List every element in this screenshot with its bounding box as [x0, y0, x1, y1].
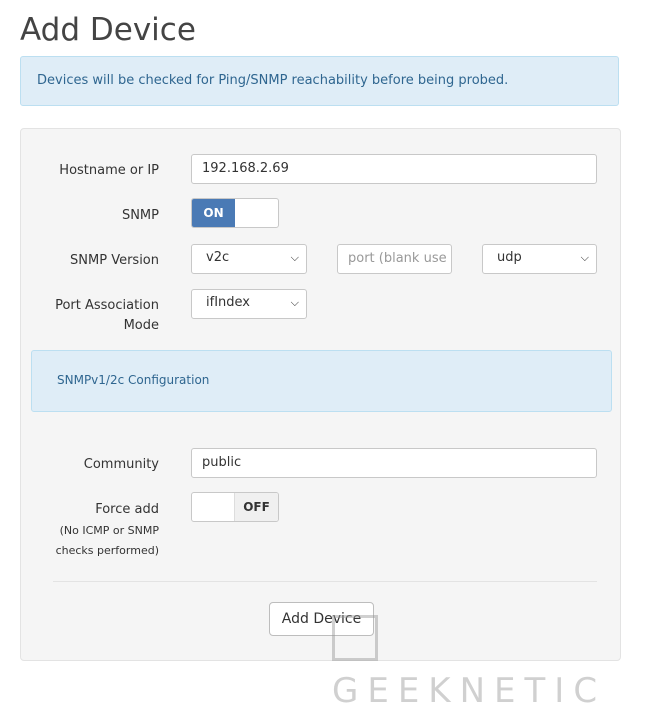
- community-label: Community: [83, 457, 159, 472]
- info-alert-text: Devices will be checked for Ping/SNMP re…: [37, 73, 509, 88]
- force-add-note-line1: (No ICMP or SNMP: [59, 524, 159, 537]
- port-association-label-line2: Mode: [123, 318, 159, 333]
- force-add-label: Force add: [95, 502, 159, 517]
- chevron-down-icon: ⌵: [290, 296, 299, 309]
- snmp-version-select[interactable]: v2c ⌵: [191, 244, 307, 274]
- snmp-config-section-title: SNMPv1/2c Configuration: [57, 373, 210, 387]
- force-add-toggle-off-label: OFF: [234, 493, 278, 521]
- port-association-value: ifIndex: [206, 295, 250, 310]
- port-association-select[interactable]: ifIndex ⌵: [191, 289, 307, 319]
- force-add-toggle[interactable]: OFF: [191, 492, 279, 522]
- community-input[interactable]: public: [191, 448, 597, 478]
- snmp-toggle-on-label: ON: [192, 199, 235, 227]
- watermark: GEEKNETIC: [332, 613, 661, 711]
- chevron-down-icon: ⌵: [580, 251, 589, 264]
- port-association-label: Port Association Mode: [55, 296, 159, 336]
- snmp-version-label: SNMP Version: [70, 253, 159, 268]
- snmp-label: SNMP: [121, 208, 159, 223]
- transport-value: udp: [497, 250, 522, 265]
- snmp-port-input[interactable]: port (blank use: [337, 244, 452, 274]
- force-add-note-line2: checks performed): [55, 544, 159, 557]
- transport-select[interactable]: udp ⌵: [482, 244, 597, 274]
- chevron-down-icon: ⌵: [290, 251, 299, 264]
- port-association-label-line1: Port Association: [55, 298, 159, 313]
- hostname-input[interactable]: 192.168.2.69: [191, 154, 597, 184]
- force-add-note: (No ICMP or SNMP checks performed): [56, 521, 159, 561]
- form-divider: [53, 581, 597, 582]
- watermark-text: GEEKNETIC: [332, 671, 607, 711]
- snmp-toggle[interactable]: ON: [191, 198, 279, 228]
- page-title: Add Device: [20, 12, 196, 48]
- info-alert: Devices will be checked for Ping/SNMP re…: [20, 56, 619, 106]
- geeknetic-logo-icon: [332, 614, 378, 661]
- snmp-config-section-header: SNMPv1/2c Configuration: [31, 350, 612, 412]
- hostname-label: Hostname or IP: [59, 163, 159, 178]
- snmp-version-value: v2c: [206, 250, 230, 265]
- add-device-form-panel: Hostname or IP 192.168.2.69 SNMP ON SNMP…: [20, 128, 621, 661]
